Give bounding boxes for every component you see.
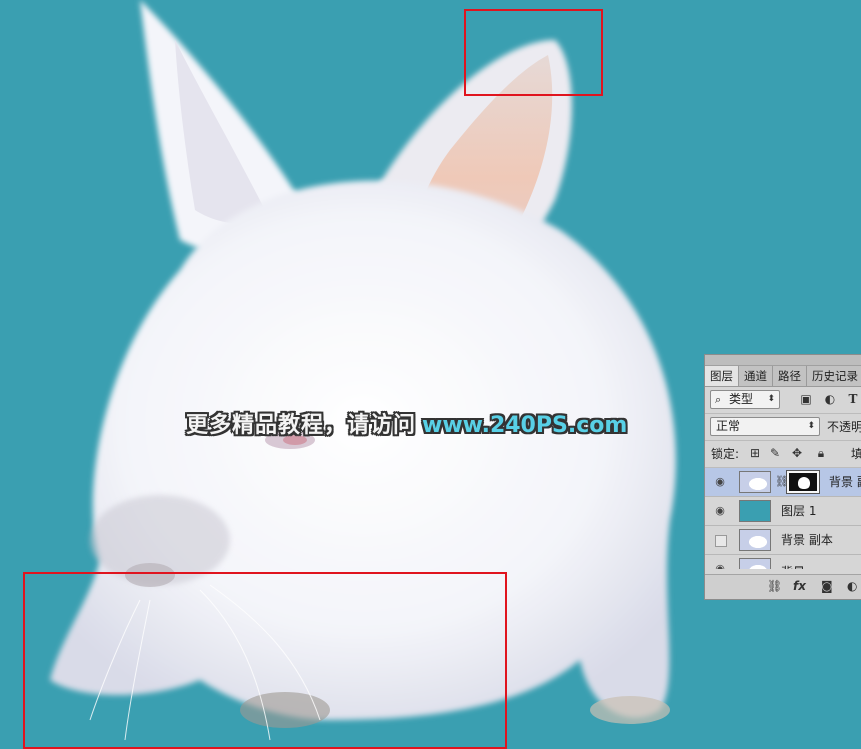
lock-label: 锁定: (711, 447, 740, 461)
layer-name: 图层 1 (781, 504, 817, 518)
panel-grip[interactable] (705, 355, 861, 366)
filter-label: 类型 (729, 392, 754, 406)
watermark: 更多精品教程，请访问 www.240PS.com (186, 406, 627, 446)
tab-paths[interactable]: 路径 (773, 366, 807, 386)
blend-row: 正常 ⬍ 不透明 (705, 414, 861, 441)
mask-icon[interactable]: ◙ (821, 579, 833, 593)
blend-mode-select[interactable]: 正常 ⬍ (710, 417, 820, 436)
selection-box-ear-tip (464, 9, 603, 96)
layer-name: 背景 副本 (781, 533, 833, 547)
layer-thumbnail (739, 471, 771, 493)
visibility-off-box[interactable] (715, 535, 727, 547)
layer-row[interactable]: ◉ 图层 1 (705, 497, 861, 526)
layer-row[interactable]: ◉ 背景 (705, 555, 861, 569)
adjustment-icon[interactable]: ◐ (847, 579, 857, 593)
layer-thumbnail (739, 529, 771, 551)
opacity-label: 不透明 (827, 420, 861, 434)
eye-icon[interactable]: ◉ (713, 475, 727, 489)
layer-name: 背景 (781, 558, 805, 569)
link-icon[interactable]: ⛓ (767, 579, 782, 593)
layers-panel: 图层 通道 路径 历史记录 ⌕ 类型 ⬍ ▣ ◐ T 正常 ⬍ 不透明 锁定: … (704, 354, 861, 600)
search-icon: ⌕ (715, 393, 722, 406)
fx-icon[interactable]: fx (793, 579, 806, 593)
image-filter-icon[interactable]: ▣ (798, 391, 814, 407)
fill-label: 填 (851, 447, 861, 461)
layer-thumbnail (739, 558, 771, 569)
lock-row: 锁定: ⊞ ✎ ✥ 🔒︎ 填 (705, 441, 861, 468)
layer-name: 背景 副 (829, 475, 861, 489)
eye-icon[interactable]: ◉ (713, 504, 727, 518)
watermark-text: 更多精品教程，请访问 (186, 413, 417, 438)
eye-icon[interactable]: ◉ (713, 562, 727, 569)
lock-move-icon[interactable]: ✥ (789, 445, 805, 461)
updown-arrow-icon: ⬍ (767, 394, 775, 404)
lock-transparent-icon[interactable]: ⊞ (747, 445, 763, 461)
type-filter-icon[interactable]: T (845, 391, 861, 407)
blend-mode-value: 正常 (716, 419, 741, 433)
tab-history[interactable]: 历史记录 (807, 366, 861, 386)
layer-row[interactable]: 背景 副本 (705, 526, 861, 555)
layer-mask-thumbnail[interactable] (786, 470, 820, 494)
panel-tabs: 图层 通道 路径 历史记录 (705, 366, 861, 387)
panel-footer: ⛓ fx ◙ ◐ (705, 574, 861, 599)
tab-channels[interactable]: 通道 (739, 366, 773, 386)
layer-filter-select[interactable]: ⌕ 类型 ⬍ (710, 390, 780, 409)
selection-box-paws (23, 572, 507, 749)
watermark-url: www.240PS.com (422, 413, 628, 438)
layer-row[interactable]: ◉ ⛓ 背景 副 (705, 468, 861, 497)
tab-layers[interactable]: 图层 (705, 366, 739, 386)
lock-all-icon[interactable]: 🔒︎ (813, 445, 829, 461)
lock-paint-icon[interactable]: ✎ (767, 445, 783, 461)
filter-row: ⌕ 类型 ⬍ ▣ ◐ T (705, 387, 861, 414)
updown-arrow-icon: ⬍ (807, 421, 815, 431)
layer-thumbnail (739, 500, 771, 522)
adjustment-filter-icon[interactable]: ◐ (822, 391, 838, 407)
